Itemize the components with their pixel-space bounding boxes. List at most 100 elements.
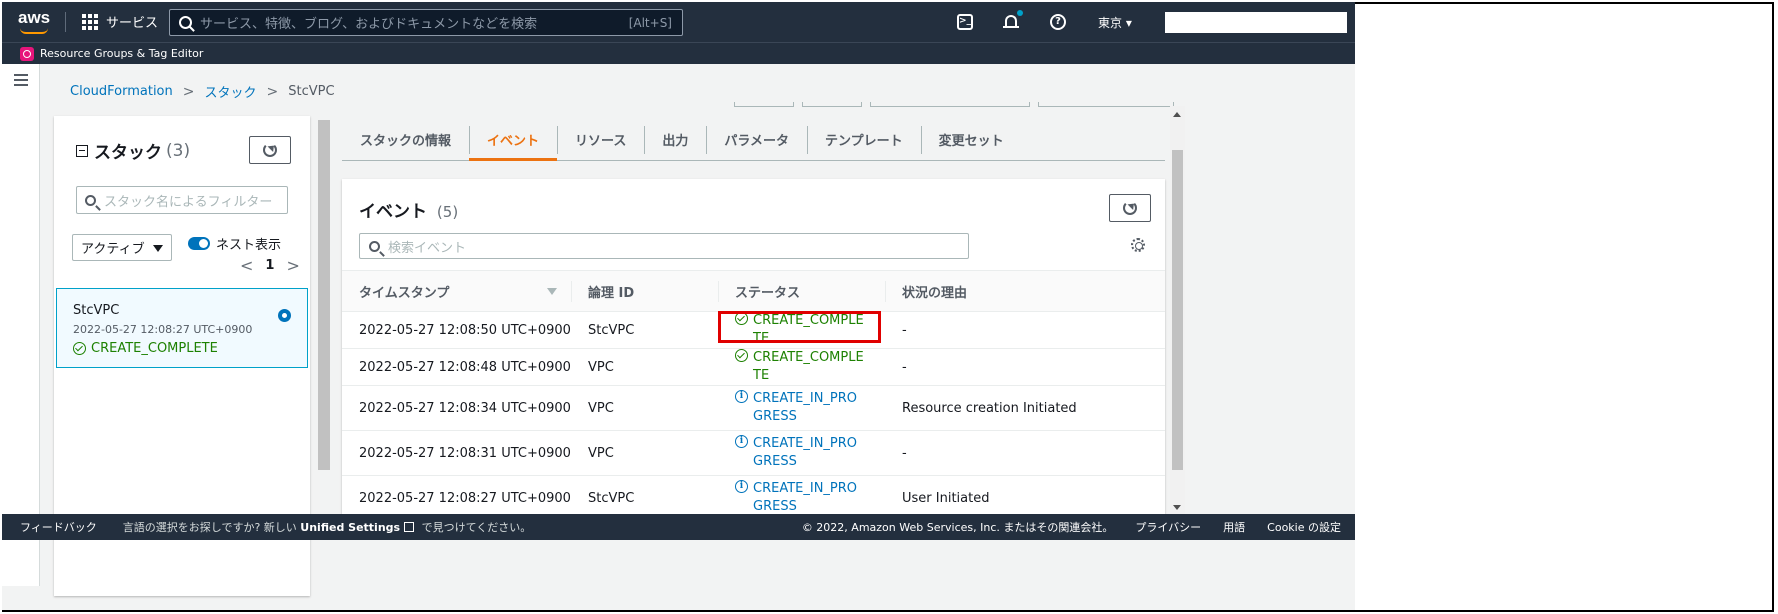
- chevron-right-icon: >: [182, 83, 195, 100]
- tab-resources[interactable]: リソース: [557, 119, 644, 160]
- info-icon: i: [735, 390, 748, 403]
- tab-stack-info[interactable]: スタックの情報: [342, 119, 469, 160]
- chevron-right-icon: >: [266, 83, 279, 100]
- event-logical-id: VPC: [571, 348, 718, 386]
- tab-outputs[interactable]: 出力: [644, 119, 706, 160]
- stacks-refresh-button[interactable]: [249, 136, 291, 164]
- notification-dot: [1017, 10, 1023, 16]
- info-icon: i: [735, 480, 748, 493]
- column-status[interactable]: ステータス: [718, 270, 885, 312]
- events-search-input[interactable]: 検索イベント: [359, 233, 969, 259]
- stacks-pagination: < 1 >: [228, 256, 312, 275]
- event-logical-id: VPC: [571, 385, 718, 431]
- collapse-icon[interactable]: [76, 144, 88, 157]
- gear-icon[interactable]: [1131, 238, 1145, 252]
- caret-down-icon: [153, 245, 163, 257]
- tab-change-sets[interactable]: 変更セット: [920, 119, 1022, 160]
- event-reason: Resource creation Initiated: [885, 385, 1165, 431]
- stacks-panel-header: スタック (3): [76, 138, 190, 163]
- chevron-left-icon[interactable]: <: [240, 256, 253, 275]
- sort-descending-icon[interactable]: [547, 288, 557, 300]
- breadcrumb-current: StcVPC: [288, 84, 335, 99]
- column-status-reason[interactable]: 状況の理由: [885, 270, 1165, 312]
- services-menu-button[interactable]: サービス: [82, 12, 158, 31]
- event-timestamp: 2022-05-27 12:08:48 UTC+0900: [342, 348, 571, 386]
- chevron-right-icon[interactable]: >: [286, 256, 299, 275]
- event-reason: -: [885, 311, 1165, 349]
- global-search-input[interactable]: サービス、特徴、ブログ、およびドキュメントなどを検索 [Alt+S]: [169, 9, 683, 36]
- stack-status-text: CREATE_COMPLETE: [91, 341, 218, 356]
- top-nav: aws サービス サービス、特徴、ブログ、およびドキュメントなどを検索 [Alt…: [2, 2, 1355, 42]
- toggle-switch[interactable]: [188, 237, 210, 250]
- breadcrumb-cloudformation[interactable]: CloudFormation: [70, 84, 173, 99]
- unified-settings-link[interactable]: Unified Settings: [300, 521, 400, 534]
- refresh-icon: [263, 143, 277, 157]
- refresh-icon: [1123, 201, 1137, 215]
- services-label: サービス: [106, 16, 159, 31]
- table-row: 2022-05-27 12:08:48 UTC+0900 VPC CREATE_…: [342, 348, 1165, 386]
- aws-logo-text: aws: [18, 8, 51, 27]
- hamburger-menu-icon[interactable]: [14, 74, 28, 89]
- table-row: 2022-05-27 12:08:50 UTC+0900 StcVPC CREA…: [342, 311, 1165, 349]
- breadcrumb-stacks[interactable]: スタック: [204, 82, 256, 101]
- stack-status-select[interactable]: アクティブ: [72, 234, 172, 261]
- event-timestamp: 2022-05-27 12:08:34 UTC+0900: [342, 385, 571, 431]
- events-header: イベント (5): [359, 197, 458, 222]
- event-logical-id: StcVPC: [571, 475, 718, 514]
- nested-view-toggle[interactable]: ネスト表示: [188, 234, 281, 253]
- console-footer: フィードバック 言語の選択をお探しですか? 新しい Unified Settin…: [2, 514, 1355, 540]
- stacks-count: (3): [166, 140, 191, 161]
- tab-events[interactable]: イベント: [469, 119, 558, 161]
- search-icon: [85, 194, 96, 206]
- header-buttons-edge: [734, 102, 1174, 107]
- notifications-bell-icon[interactable]: [1003, 10, 1023, 30]
- favorite-resource-groups[interactable]: Resource Groups & Tag Editor: [40, 47, 203, 60]
- aws-smile-icon: [20, 28, 48, 34]
- region-selector[interactable]: 東京 ▾: [1098, 14, 1132, 31]
- events-refresh-button[interactable]: [1109, 194, 1151, 222]
- favorites-bar: Resource Groups & Tag Editor: [2, 42, 1355, 64]
- account-menu[interactable]: [1165, 12, 1347, 33]
- event-status: CREATE_COMPLETE: [735, 312, 885, 348]
- table-row: 2022-05-27 12:08:27 UTC+0900 StcVPC i CRE…: [342, 475, 1165, 514]
- cloudshell-icon[interactable]: >_: [957, 14, 973, 30]
- search-icon: [369, 240, 380, 252]
- terms-link[interactable]: 用語: [1223, 519, 1245, 535]
- cookie-settings-link[interactable]: Cookie の設定: [1267, 519, 1341, 535]
- event-logical-id: VPC: [571, 430, 718, 476]
- tab-template[interactable]: テンプレート: [807, 119, 921, 160]
- column-logical-id[interactable]: 論理 ID: [571, 270, 718, 312]
- column-timestamp[interactable]: タイムスタンプ: [342, 270, 571, 312]
- scroll-up-arrow-icon[interactable]: [1173, 108, 1181, 117]
- nested-view-label: ネスト表示: [216, 238, 282, 253]
- feedback-link[interactable]: フィードバック: [20, 519, 97, 535]
- aws-logo[interactable]: aws: [18, 8, 51, 34]
- global-search-placeholder: サービス、特徴、ブログ、およびドキュメントなどを検索: [200, 17, 538, 32]
- stack-list-item[interactable]: StcVPC 2022-05-27 12:08:27 UTC+0900 CREA…: [56, 288, 308, 368]
- main-scrollbar[interactable]: [1170, 106, 1185, 516]
- stack-radio-selected[interactable]: [278, 309, 291, 322]
- footer-links: © 2022, Amazon Web Services, Inc. またはその関…: [802, 519, 1341, 535]
- stack-detail-tabs: スタックの情報 イベント リソース 出力 パラメータ テンプレート 変更セット: [342, 119, 1165, 161]
- check-circle-icon: [735, 349, 748, 362]
- event-reason: -: [885, 430, 1165, 476]
- scrollbar-thumb[interactable]: [1172, 150, 1183, 470]
- help-icon[interactable]: ?: [1050, 14, 1066, 30]
- scroll-down-arrow-icon[interactable]: [1173, 505, 1181, 514]
- events-container: イベント (5) 検索イベント タイムスタンプ 論理 ID ステータス 状況の理…: [342, 179, 1165, 514]
- stack-status: CREATE_COMPLETE: [73, 341, 291, 356]
- stack-filter-input[interactable]: スタック名によるフィルター: [76, 186, 288, 214]
- resource-groups-icon: [20, 46, 34, 61]
- breadcrumb: CloudFormation > スタック > StcVPC: [70, 82, 335, 102]
- events-title: イベント: [359, 202, 427, 222]
- privacy-link[interactable]: プライバシー: [1135, 519, 1201, 535]
- tab-parameters[interactable]: パラメータ: [706, 119, 807, 160]
- current-page[interactable]: 1: [265, 258, 274, 273]
- event-timestamp: 2022-05-27 12:08:27 UTC+0900: [342, 475, 571, 514]
- language-message: 言語の選択をお探しですか? 新しい Unified Settings で見つけて…: [122, 521, 532, 534]
- events-table: タイムスタンプ 論理 ID ステータス 状況の理由 2022-05-27 12:…: [342, 270, 1165, 514]
- external-link-icon: [404, 522, 415, 532]
- events-search-placeholder: 検索イベント: [388, 240, 467, 256]
- event-timestamp: 2022-05-27 12:08:50 UTC+0900: [342, 311, 571, 349]
- info-icon: i: [735, 435, 748, 448]
